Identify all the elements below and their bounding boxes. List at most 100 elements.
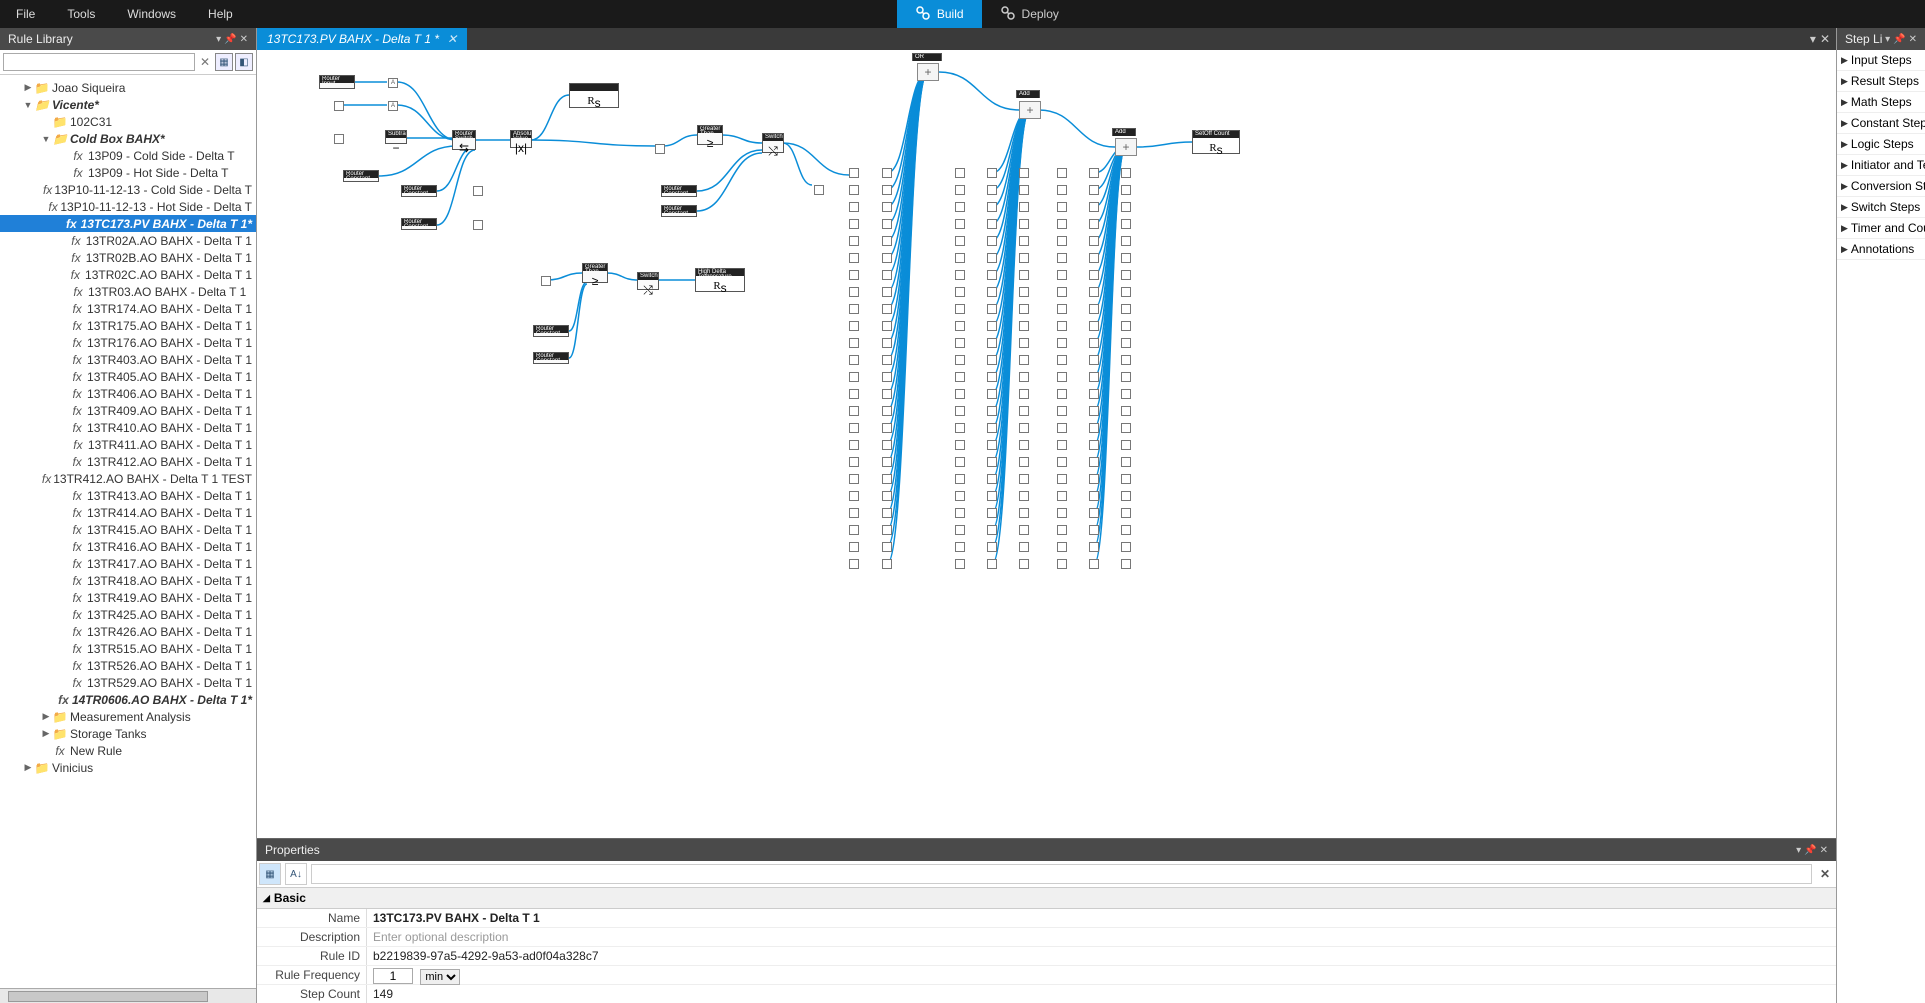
node-port[interactable] xyxy=(849,355,859,365)
node-port[interactable] xyxy=(1121,287,1131,297)
node-port[interactable]: A xyxy=(388,101,398,111)
node-port[interactable] xyxy=(1019,440,1029,450)
scrollbar-thumb[interactable] xyxy=(8,991,208,1002)
prop-categorize-button[interactable]: ▦ xyxy=(259,863,281,885)
node-port[interactable] xyxy=(1089,287,1099,297)
node-port[interactable] xyxy=(987,270,997,280)
tree-item[interactable]: ▶📁Joao Siqueira xyxy=(0,79,256,96)
node-port[interactable] xyxy=(849,202,859,212)
node-port[interactable] xyxy=(882,474,892,484)
canvas-node[interactable]: Router Switch⇆ xyxy=(452,130,476,150)
step-category[interactable]: ▶Annotations xyxy=(1837,239,1925,260)
node-port[interactable] xyxy=(955,304,965,314)
node-port[interactable] xyxy=(849,270,859,280)
canvas-node[interactable]: Router Constant xyxy=(661,205,697,217)
canvas-node[interactable]: Switch⤭ xyxy=(637,272,659,290)
node-port[interactable] xyxy=(1019,508,1029,518)
node-port[interactable] xyxy=(955,321,965,331)
panel-close-icon[interactable]: ✕ xyxy=(240,34,248,45)
tree-item[interactable]: fx13TR176.AO BAHX - Delta T 1 xyxy=(0,334,256,351)
result-node[interactable]: Rs xyxy=(569,83,619,108)
node-port[interactable] xyxy=(987,542,997,552)
node-port[interactable] xyxy=(882,372,892,382)
node-port[interactable] xyxy=(1121,168,1131,178)
tree-item[interactable]: ▶📁Vinicius xyxy=(0,759,256,776)
node-port[interactable] xyxy=(1121,525,1131,535)
node-port[interactable] xyxy=(1019,219,1029,229)
node-port[interactable] xyxy=(882,270,892,280)
node-port[interactable] xyxy=(849,508,859,518)
add-node-button[interactable]: + xyxy=(1115,138,1137,156)
tree-item[interactable]: fx13TR417.AO BAHX - Delta T 1 xyxy=(0,555,256,572)
step-category[interactable]: ▶Result Steps xyxy=(1837,71,1925,92)
node-port[interactable] xyxy=(1121,406,1131,416)
node-port[interactable] xyxy=(849,219,859,229)
node-port[interactable] xyxy=(1057,168,1067,178)
caret-icon[interactable]: ▼ xyxy=(40,134,52,144)
node-port[interactable] xyxy=(849,457,859,467)
node-port[interactable] xyxy=(1089,457,1099,467)
node-port[interactable] xyxy=(987,202,997,212)
node-port[interactable] xyxy=(1121,304,1131,314)
node-port[interactable] xyxy=(955,185,965,195)
node-port[interactable] xyxy=(849,372,859,382)
tree-item[interactable]: fx13TR412.AO BAHX - Delta T 1 xyxy=(0,453,256,470)
tree-item[interactable]: fx13TR419.AO BAHX - Delta T 1 xyxy=(0,589,256,606)
tree-item[interactable]: fx13TR02B.AO BAHX - Delta T 1 xyxy=(0,249,256,266)
node-port[interactable] xyxy=(882,355,892,365)
deploy-button[interactable]: Deploy xyxy=(982,0,1077,28)
tree-item[interactable]: fx13TR02A.AO BAHX - Delta T 1 xyxy=(0,232,256,249)
canvas-node[interactable]: Router Constant xyxy=(533,325,569,337)
caret-icon[interactable]: ▶ xyxy=(40,711,52,722)
tree-item[interactable]: fx13TR418.AO BAHX - Delta T 1 xyxy=(0,572,256,589)
node-port[interactable] xyxy=(987,287,997,297)
tree-item[interactable]: fx13TR403.AO BAHX - Delta T 1 xyxy=(0,351,256,368)
steplib-dropdown-icon[interactable]: ▾ xyxy=(1885,34,1890,45)
prop-desc-value[interactable]: Enter optional description xyxy=(367,928,1836,946)
node-port[interactable] xyxy=(473,220,483,230)
node-port[interactable] xyxy=(1121,338,1131,348)
node-port[interactable] xyxy=(987,253,997,263)
node-port[interactable] xyxy=(1121,185,1131,195)
node-port[interactable] xyxy=(1057,440,1067,450)
tree-item[interactable]: ▶📁Storage Tanks xyxy=(0,725,256,742)
node-port[interactable] xyxy=(1057,559,1067,569)
node-port[interactable] xyxy=(849,185,859,195)
node-port[interactable] xyxy=(987,389,997,399)
node-port[interactable] xyxy=(849,440,859,450)
node-port[interactable] xyxy=(1121,270,1131,280)
node-port[interactable] xyxy=(955,389,965,399)
node-port[interactable] xyxy=(1089,491,1099,501)
menu-file[interactable]: File xyxy=(0,7,51,21)
rule-tree[interactable]: ▶📁Joao Siqueira▼📁Vicente*📁102C31▼📁Cold B… xyxy=(0,75,256,988)
tree-item[interactable]: fx13TR02C.AO BAHX - Delta T 1 xyxy=(0,266,256,283)
node-port[interactable] xyxy=(1057,474,1067,484)
tree-item[interactable]: fx14TR0606.AO BAHX - Delta T 1* xyxy=(0,691,256,708)
node-port[interactable] xyxy=(1121,491,1131,501)
panel-dropdown-icon[interactable]: ▾ xyxy=(216,34,221,45)
node-port[interactable] xyxy=(987,321,997,331)
node-port[interactable] xyxy=(955,406,965,416)
node-port[interactable] xyxy=(1089,236,1099,246)
node-port[interactable] xyxy=(1089,185,1099,195)
node-port[interactable] xyxy=(1121,372,1131,382)
tree-item[interactable]: fx13TR174.AO BAHX - Delta T 1 xyxy=(0,300,256,317)
node-port[interactable] xyxy=(955,287,965,297)
node-port[interactable] xyxy=(1019,372,1029,382)
step-category[interactable]: ▶Math Steps xyxy=(1837,92,1925,113)
node-port[interactable] xyxy=(1057,253,1067,263)
canvas-node[interactable]: Router Constant xyxy=(401,185,437,197)
node-port[interactable] xyxy=(882,253,892,263)
node-port[interactable] xyxy=(955,270,965,280)
node-port[interactable] xyxy=(1089,525,1099,535)
node-port[interactable] xyxy=(814,185,824,195)
menu-tools[interactable]: Tools xyxy=(51,7,111,21)
node-port[interactable] xyxy=(1089,355,1099,365)
node-port[interactable] xyxy=(1019,338,1029,348)
node-port[interactable] xyxy=(1089,338,1099,348)
add-node-button[interactable]: + xyxy=(1019,101,1041,119)
node-port[interactable] xyxy=(1057,406,1067,416)
node-port[interactable] xyxy=(882,321,892,331)
node-port[interactable] xyxy=(987,440,997,450)
prop-name-value[interactable]: 13TC173.PV BAHX - Delta T 1 xyxy=(367,909,1836,927)
